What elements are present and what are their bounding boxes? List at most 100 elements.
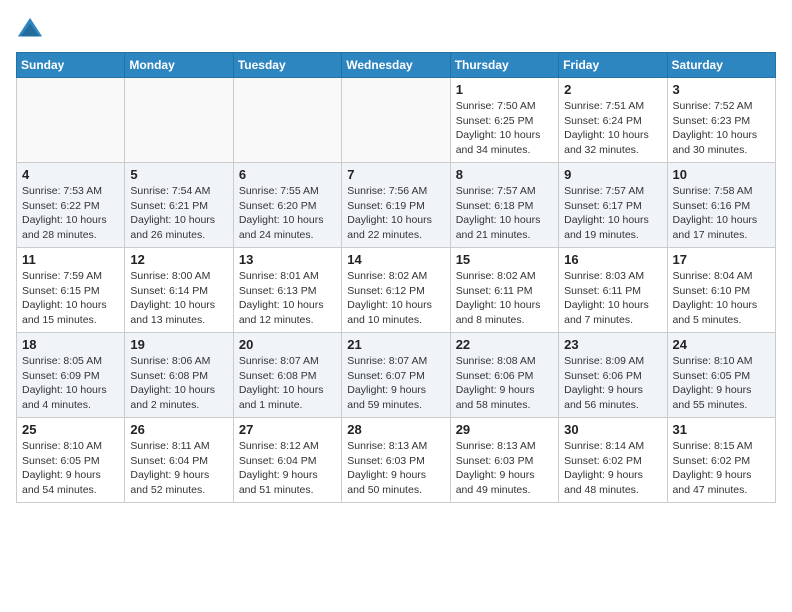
day-number: 28 [347,422,444,437]
day-cell: 19 Sunrise: 8:06 AM Sunset: 6:08 PM Dayli… [125,333,233,418]
day-cell: 12Sunrise: 8:00 AM Sunset: 6:14 PM Dayli… [125,248,233,333]
calendar-header: SundayMondayTuesdayWednesdayThursdayFrid… [17,53,776,78]
weekday-header-row: SundayMondayTuesdayWednesdayThursdayFrid… [17,53,776,78]
day-cell: 21 Sunrise: 8:07 AM Sunset: 6:07 PM Dayli… [342,333,450,418]
day-number: 3 [673,82,770,97]
day-info: Sunrise: 7:55 AM Sunset: 6:20 PM Dayligh… [239,184,336,243]
day-number: 30 [564,422,661,437]
day-cell [125,78,233,163]
day-cell [342,78,450,163]
day-cell: 29 Sunrise: 8:13 AM Sunset: 6:03 PM Dayli… [450,418,558,503]
day-number: 1 [456,82,553,97]
week-row-5: 25 Sunrise: 8:10 AM Sunset: 6:05 PM Dayli… [17,418,776,503]
weekday-header-saturday: Saturday [667,53,775,78]
day-cell: 11Sunrise: 7:59 AM Sunset: 6:15 PM Dayli… [17,248,125,333]
day-cell: 7 Sunrise: 7:56 AM Sunset: 6:19 PM Daylig… [342,163,450,248]
day-info: Sunrise: 7:51 AM Sunset: 6:24 PM Dayligh… [564,99,661,158]
day-number: 9 [564,167,661,182]
day-number: 26 [130,422,227,437]
week-row-2: 4Sunrise: 7:53 AM Sunset: 6:22 PM Daylig… [17,163,776,248]
page-header [16,16,776,44]
week-row-3: 11Sunrise: 7:59 AM Sunset: 6:15 PM Dayli… [17,248,776,333]
day-cell: 8Sunrise: 7:57 AM Sunset: 6:18 PM Daylig… [450,163,558,248]
day-cell: 15 Sunrise: 8:02 AM Sunset: 6:11 PM Dayli… [450,248,558,333]
day-info: Sunrise: 8:06 AM Sunset: 6:08 PM Dayligh… [130,354,227,413]
day-cell: 10 Sunrise: 7:58 AM Sunset: 6:16 PM Dayli… [667,163,775,248]
day-number: 10 [673,167,770,182]
day-info: Sunrise: 8:07 AM Sunset: 6:07 PM Dayligh… [347,354,444,413]
day-info: Sunrise: 8:00 AM Sunset: 6:14 PM Dayligh… [130,269,227,328]
logo [16,16,48,44]
day-cell: 9 Sunrise: 7:57 AM Sunset: 6:17 PM Daylig… [559,163,667,248]
calendar-table: SundayMondayTuesdayWednesdayThursdayFrid… [16,52,776,503]
day-cell: 6 Sunrise: 7:55 AM Sunset: 6:20 PM Daylig… [233,163,341,248]
day-number: 27 [239,422,336,437]
day-info: Sunrise: 8:09 AM Sunset: 6:06 PM Dayligh… [564,354,661,413]
day-info: Sunrise: 8:13 AM Sunset: 6:03 PM Dayligh… [347,439,444,498]
day-number: 13 [239,252,336,267]
day-cell: 23 Sunrise: 8:09 AM Sunset: 6:06 PM Dayli… [559,333,667,418]
day-info: Sunrise: 7:54 AM Sunset: 6:21 PM Dayligh… [130,184,227,243]
day-cell: 3 Sunrise: 7:52 AM Sunset: 6:23 PM Daylig… [667,78,775,163]
day-info: Sunrise: 8:01 AM Sunset: 6:13 PM Dayligh… [239,269,336,328]
day-number: 23 [564,337,661,352]
day-number: 20 [239,337,336,352]
day-info: Sunrise: 8:04 AM Sunset: 6:10 PM Dayligh… [673,269,770,328]
day-number: 5 [130,167,227,182]
day-info: Sunrise: 8:08 AM Sunset: 6:06 PM Dayligh… [456,354,553,413]
day-cell: 13 Sunrise: 8:01 AM Sunset: 6:13 PM Dayli… [233,248,341,333]
day-number: 25 [22,422,119,437]
day-info: Sunrise: 8:07 AM Sunset: 6:08 PM Dayligh… [239,354,336,413]
day-cell: 18Sunrise: 8:05 AM Sunset: 6:09 PM Dayli… [17,333,125,418]
day-cell: 17Sunrise: 8:04 AM Sunset: 6:10 PM Dayli… [667,248,775,333]
day-info: Sunrise: 8:13 AM Sunset: 6:03 PM Dayligh… [456,439,553,498]
day-cell: 27 Sunrise: 8:12 AM Sunset: 6:04 PM Dayli… [233,418,341,503]
day-info: Sunrise: 8:15 AM Sunset: 6:02 PM Dayligh… [673,439,770,498]
day-cell: 20 Sunrise: 8:07 AM Sunset: 6:08 PM Dayli… [233,333,341,418]
day-cell: 25 Sunrise: 8:10 AM Sunset: 6:05 PM Dayli… [17,418,125,503]
day-info: Sunrise: 7:57 AM Sunset: 6:17 PM Dayligh… [564,184,661,243]
day-cell: 14Sunrise: 8:02 AM Sunset: 6:12 PM Dayli… [342,248,450,333]
weekday-header-monday: Monday [125,53,233,78]
day-number: 15 [456,252,553,267]
day-cell [17,78,125,163]
day-info: Sunrise: 7:50 AM Sunset: 6:25 PM Dayligh… [456,99,553,158]
day-cell: 2Sunrise: 7:51 AM Sunset: 6:24 PM Daylig… [559,78,667,163]
weekday-header-tuesday: Tuesday [233,53,341,78]
day-info: Sunrise: 7:59 AM Sunset: 6:15 PM Dayligh… [22,269,119,328]
day-number: 6 [239,167,336,182]
calendar-body: 1 Sunrise: 7:50 AM Sunset: 6:25 PM Daylig… [17,78,776,503]
day-info: Sunrise: 7:52 AM Sunset: 6:23 PM Dayligh… [673,99,770,158]
day-cell: 4Sunrise: 7:53 AM Sunset: 6:22 PM Daylig… [17,163,125,248]
day-number: 29 [456,422,553,437]
day-number: 19 [130,337,227,352]
day-info: Sunrise: 8:03 AM Sunset: 6:11 PM Dayligh… [564,269,661,328]
day-info: Sunrise: 8:10 AM Sunset: 6:05 PM Dayligh… [22,439,119,498]
day-info: Sunrise: 8:10 AM Sunset: 6:05 PM Dayligh… [673,354,770,413]
day-info: Sunrise: 8:12 AM Sunset: 6:04 PM Dayligh… [239,439,336,498]
week-row-1: 1 Sunrise: 7:50 AM Sunset: 6:25 PM Daylig… [17,78,776,163]
day-number: 31 [673,422,770,437]
day-number: 14 [347,252,444,267]
weekday-header-thursday: Thursday [450,53,558,78]
day-info: Sunrise: 8:02 AM Sunset: 6:11 PM Dayligh… [456,269,553,328]
day-info: Sunrise: 8:14 AM Sunset: 6:02 PM Dayligh… [564,439,661,498]
day-info: Sunrise: 7:53 AM Sunset: 6:22 PM Dayligh… [22,184,119,243]
day-cell: 16 Sunrise: 8:03 AM Sunset: 6:11 PM Dayli… [559,248,667,333]
day-number: 7 [347,167,444,182]
day-cell: 1 Sunrise: 7:50 AM Sunset: 6:25 PM Daylig… [450,78,558,163]
weekday-header-wednesday: Wednesday [342,53,450,78]
day-info: Sunrise: 7:56 AM Sunset: 6:19 PM Dayligh… [347,184,444,243]
weekday-header-sunday: Sunday [17,53,125,78]
day-info: Sunrise: 7:58 AM Sunset: 6:16 PM Dayligh… [673,184,770,243]
day-cell: 26 Sunrise: 8:11 AM Sunset: 6:04 PM Dayli… [125,418,233,503]
day-cell: 22 Sunrise: 8:08 AM Sunset: 6:06 PM Dayli… [450,333,558,418]
day-cell [233,78,341,163]
day-info: Sunrise: 8:05 AM Sunset: 6:09 PM Dayligh… [22,354,119,413]
day-info: Sunrise: 8:11 AM Sunset: 6:04 PM Dayligh… [130,439,227,498]
day-info: Sunrise: 7:57 AM Sunset: 6:18 PM Dayligh… [456,184,553,243]
day-number: 22 [456,337,553,352]
day-number: 21 [347,337,444,352]
day-number: 16 [564,252,661,267]
week-row-4: 18Sunrise: 8:05 AM Sunset: 6:09 PM Dayli… [17,333,776,418]
